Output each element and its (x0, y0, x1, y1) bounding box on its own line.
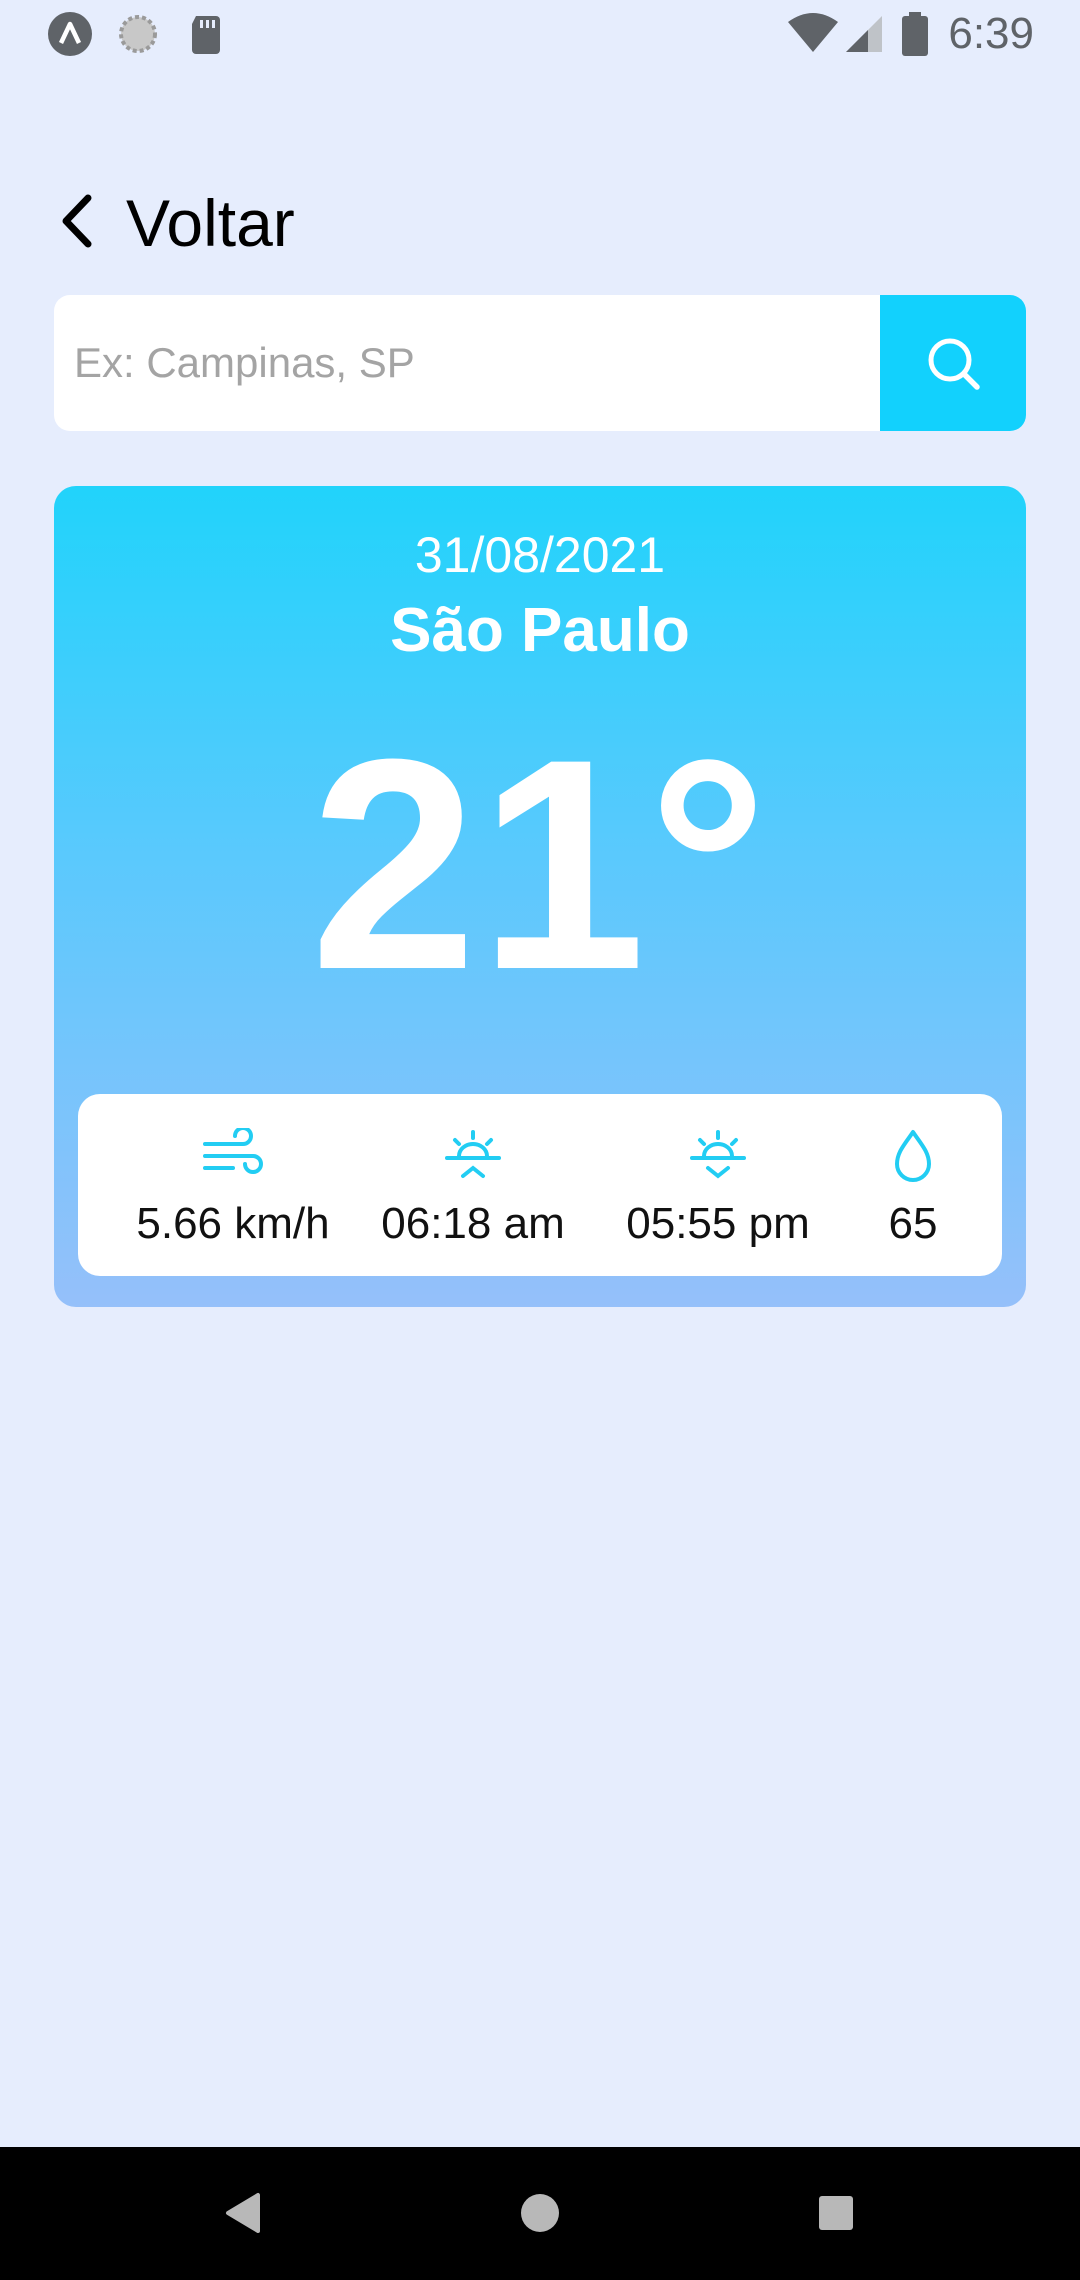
weather-date: 31/08/2021 (414, 527, 666, 583)
chevron-left-icon (54, 188, 106, 259)
humidity-value: 65 (888, 1199, 938, 1248)
app-notification-icon (48, 12, 92, 56)
wifi-icon (786, 12, 840, 56)
sd-card-icon (184, 12, 228, 56)
weather-card: 31/08/2021 São Paulo 21° 5.66 km/h 06:18… (54, 486, 1026, 1307)
sunset-icon (690, 1130, 746, 1179)
sunrise-icon (445, 1130, 501, 1178)
sunset-value: 05:55 pm (626, 1199, 810, 1248)
wind-speed-value: 5.66 km/h (136, 1199, 330, 1248)
sync-icon (116, 12, 160, 56)
recents-nav-icon[interactable] (800, 2177, 872, 2249)
city-name: São Paulo (390, 596, 690, 665)
wind-speed-item: 5.66 km/h (118, 1094, 348, 1276)
humidity-drop-icon (895, 1130, 931, 1182)
navigation-bar (0, 2147, 1080, 2280)
sunrise-value: 06:18 am (381, 1199, 565, 1248)
search-icon (928, 338, 980, 390)
temperature: 21° (310, 696, 770, 1032)
battery-icon (900, 12, 930, 56)
back-button[interactable]: Voltar (54, 180, 295, 266)
weather-details-panel: 5.66 km/h 06:18 am 05:55 pm 65 (78, 1094, 1002, 1276)
back-label: Voltar (126, 186, 295, 260)
back-nav-icon[interactable] (208, 2177, 280, 2249)
search-input[interactable] (54, 295, 880, 431)
humidity-item: 65 (858, 1094, 968, 1276)
wind-icon (203, 1128, 263, 1174)
status-time: 6:39 (948, 9, 1034, 58)
sunrise-item: 06:18 am (378, 1094, 568, 1276)
search-button[interactable] (880, 295, 1026, 431)
sunset-item: 05:55 pm (618, 1094, 818, 1276)
status-bar: 6:39 (0, 0, 1080, 66)
cell-signal-icon (842, 12, 886, 56)
search-bar (54, 295, 1026, 431)
home-nav-icon[interactable] (504, 2177, 576, 2249)
